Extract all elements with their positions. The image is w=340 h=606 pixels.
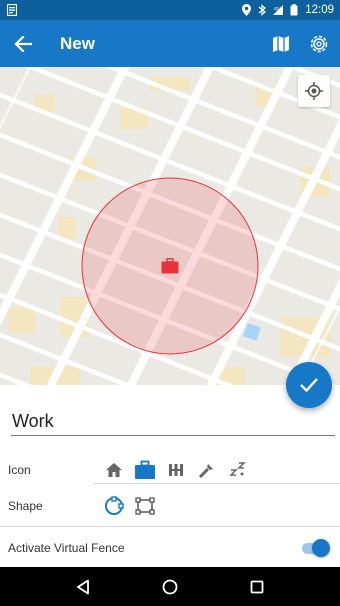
map-icon [273,35,289,52]
my-location-button[interactable] [298,75,330,107]
nav-recents-icon [250,580,264,593]
confirm-button[interactable] [286,362,332,408]
signal-icon: 4G [273,4,284,16]
home-icon [105,463,122,477]
divider [0,526,340,527]
check-icon [300,378,318,393]
icon-row: Icon [0,453,340,487]
gym-icon [168,464,183,476]
virtual-fence-toggle[interactable] [300,539,330,557]
nav-recents-button[interactable] [237,567,277,606]
back-arrow-icon [14,35,32,52]
icon-option-tools[interactable] [191,455,222,485]
map-tiles [0,67,340,385]
nav-back-button[interactable] [63,567,103,606]
icon-option-sleep[interactable] [222,455,253,485]
shape-options [98,489,160,523]
divider [94,483,340,484]
battery-icon [289,4,299,16]
circle-shape-icon [104,496,124,515]
icon-option-briefcase[interactable] [129,455,160,485]
toggle-knob [312,539,330,557]
shape-option-rectangle[interactable] [129,491,160,521]
rectangle-shape-icon [134,497,155,515]
settings-button[interactable] [300,20,338,67]
my-location-icon [305,82,323,100]
shape-row: Shape [0,489,340,523]
fence-form: Icon Shape [0,385,340,567]
shape-label: Shape [8,499,43,513]
tools-icon [198,464,213,479]
shape-option-circle[interactable] [98,491,129,521]
page-title: New [60,33,95,53]
settings-icon [310,35,328,52]
briefcase-icon [134,460,155,479]
status-time: 12:09 [305,4,334,16]
nav-home-icon [162,579,178,594]
nav-back-icon [77,579,90,594]
virtual-fence-row: Activate Virtual Fence [0,531,340,565]
fence-name-input[interactable] [11,407,335,436]
briefcase-icon[interactable] [161,258,179,274]
location-icon [241,4,251,16]
bluetooth-icon [257,4,267,16]
icon-option-home[interactable] [98,455,129,485]
back-button[interactable] [1,20,45,67]
nav-home-button[interactable] [150,567,190,606]
app-bar: New [0,20,340,67]
map-type-button[interactable] [262,20,300,67]
icon-label: Icon [8,463,31,477]
icon-option-gym[interactable] [160,455,191,485]
svg-text:4G: 4G [274,6,280,11]
status-bar: 4G 12:09 [0,0,340,20]
map-view[interactable] [0,67,340,385]
notification-icon [7,4,17,16]
sleep-icon [228,462,246,476]
icon-options [98,453,253,487]
virtual-fence-label: Activate Virtual Fence [8,541,125,555]
system-nav-bar [0,567,340,606]
